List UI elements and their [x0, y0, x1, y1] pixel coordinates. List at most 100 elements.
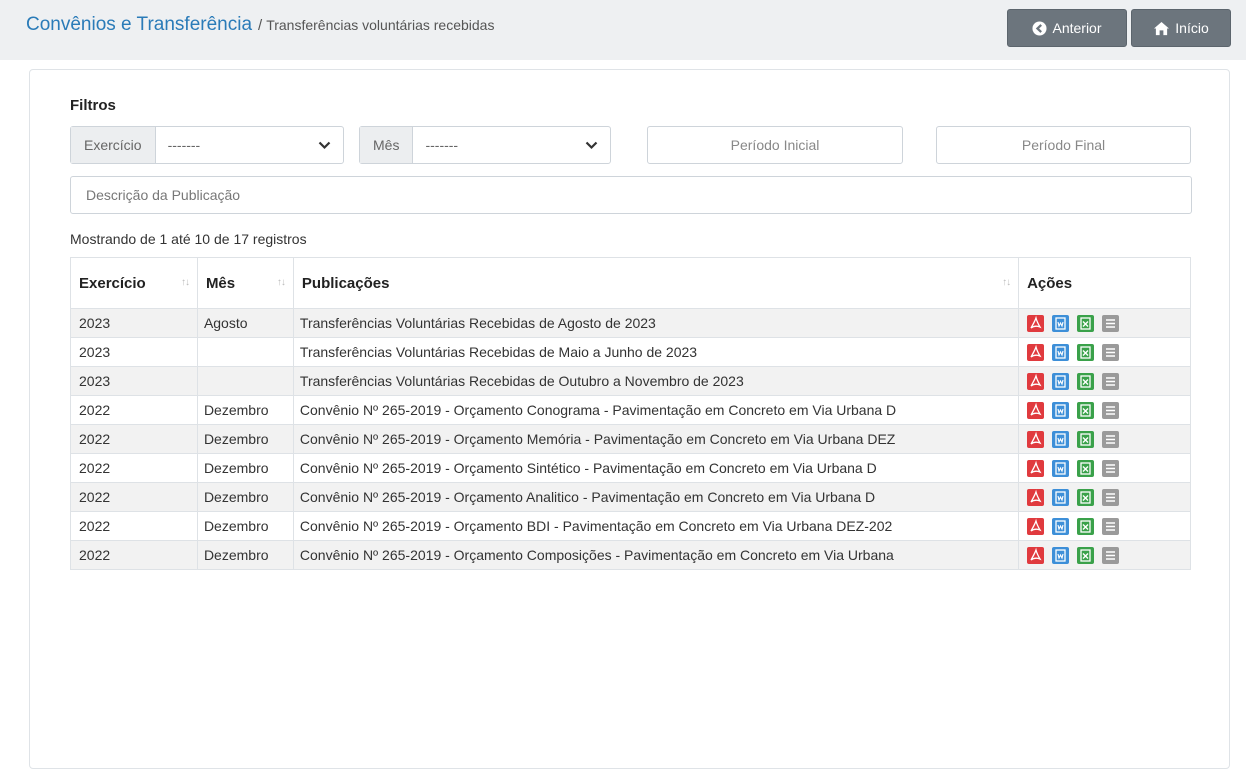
- cell-publicacao: Convênio Nº 265-2019 - Orçamento Analiti…: [292, 482, 1020, 512]
- details-icon[interactable]: [1102, 431, 1120, 448]
- cell-mes: [196, 366, 294, 396]
- column-header-acoes: Ações: [1018, 257, 1191, 309]
- excel-icon[interactable]: [1077, 518, 1095, 535]
- cell-publicacao: Transferências Voluntárias Recebidas de …: [292, 337, 1020, 367]
- cell-mes: Dezembro: [196, 511, 294, 541]
- excel-icon[interactable]: [1077, 344, 1095, 361]
- cell-acoes: [1018, 395, 1191, 425]
- table-row: 2023 Agosto Transferências Voluntárias Rec…: [70, 308, 1191, 338]
- details-icon[interactable]: [1102, 460, 1120, 477]
- previous-button-label: Anterior: [1052, 20, 1102, 36]
- details-icon[interactable]: [1102, 315, 1120, 332]
- excel-icon[interactable]: [1077, 460, 1095, 477]
- cell-publicacao: Convênio Nº 265-2019 - Orçamento Conogra…: [292, 395, 1020, 425]
- cell-exercicio: 2022: [70, 511, 198, 541]
- records-info: Mostrando de 1 até 10 de 17 registros: [70, 231, 307, 247]
- cell-acoes: [1018, 308, 1191, 338]
- table-row: 2023 Transferências Voluntárias Recebidas…: [70, 337, 1191, 367]
- table-row: 2022 Dezembro Convênio Nº 265-2019 - Orçam…: [70, 395, 1191, 425]
- doc-icon[interactable]: [1052, 431, 1070, 448]
- pdf-icon[interactable]: [1027, 402, 1045, 419]
- details-icon[interactable]: [1102, 518, 1120, 535]
- table-row: 2022 Dezembro Convênio Nº 265-2019 - Orçam…: [70, 453, 1191, 483]
- doc-icon[interactable]: [1052, 402, 1070, 419]
- table-row: 2022 Dezembro Convênio Nº 265-2019 - Orçam…: [70, 482, 1191, 512]
- mes-label: Mês: [360, 127, 414, 163]
- chevron-down-icon: [318, 137, 331, 153]
- exercicio-select[interactable]: Exercício -------: [70, 126, 344, 164]
- home-button-label: Início: [1175, 20, 1209, 36]
- excel-icon[interactable]: [1077, 373, 1095, 390]
- column-header-publicacoes[interactable]: Publicações ↑↓: [292, 257, 1020, 309]
- pdf-icon[interactable]: [1027, 460, 1045, 477]
- arrow-left-circle-icon: [1032, 20, 1048, 36]
- cell-exercicio: 2022: [70, 540, 198, 570]
- cell-acoes: [1018, 540, 1191, 570]
- exercicio-label: Exercício: [71, 127, 156, 163]
- home-button[interactable]: Início: [1131, 9, 1231, 47]
- doc-icon[interactable]: [1052, 547, 1070, 564]
- cell-publicacao: Transferências Voluntárias Recebidas de …: [292, 308, 1020, 338]
- pdf-icon[interactable]: [1027, 518, 1045, 535]
- excel-icon[interactable]: [1077, 547, 1095, 564]
- doc-icon[interactable]: [1052, 344, 1070, 361]
- periodo-final-input[interactable]: Período Final: [936, 126, 1191, 164]
- details-icon[interactable]: [1102, 489, 1120, 506]
- cell-mes: Dezembro: [196, 395, 294, 425]
- mes-value: -------: [425, 137, 459, 153]
- cell-mes: Dezembro: [196, 424, 294, 454]
- sort-icon: ↑↓: [276, 277, 286, 288]
- pdf-icon[interactable]: [1027, 373, 1045, 390]
- excel-icon[interactable]: [1077, 402, 1095, 419]
- cell-exercicio: 2022: [70, 395, 198, 425]
- excel-icon[interactable]: [1077, 489, 1095, 506]
- column-header-exercicio[interactable]: Exercício ↑↓: [70, 257, 198, 309]
- cell-mes: Agosto: [196, 308, 294, 338]
- cell-publicacao: Transferências Voluntárias Recebidas de …: [292, 366, 1020, 396]
- cell-mes: [196, 337, 294, 367]
- cell-exercicio: 2023: [70, 337, 198, 367]
- doc-icon[interactable]: [1052, 315, 1070, 332]
- home-icon: [1153, 21, 1170, 36]
- details-icon[interactable]: [1102, 344, 1120, 361]
- cell-acoes: [1018, 482, 1191, 512]
- doc-icon[interactable]: [1052, 489, 1070, 506]
- sort-icon: ↑↓: [180, 277, 190, 288]
- descricao-input[interactable]: Descrição da Publicação: [70, 176, 1192, 214]
- cell-publicacao: Convênio Nº 265-2019 - Orçamento Sintéti…: [292, 453, 1020, 483]
- table-row: 2022 Dezembro Convênio Nº 265-2019 - Orçam…: [70, 540, 1191, 570]
- doc-icon[interactable]: [1052, 460, 1070, 477]
- breadcrumb-section-link[interactable]: Convênios e Transferência: [26, 14, 252, 35]
- details-icon[interactable]: [1102, 402, 1120, 419]
- mes-select[interactable]: Mês -------: [359, 126, 611, 164]
- breadcrumb: Convênios e Transferência / Transferências…: [26, 14, 494, 36]
- pdf-icon[interactable]: [1027, 344, 1045, 361]
- doc-icon[interactable]: [1052, 518, 1070, 535]
- excel-icon[interactable]: [1077, 315, 1095, 332]
- doc-icon[interactable]: [1052, 373, 1070, 390]
- pdf-icon[interactable]: [1027, 431, 1045, 448]
- cell-mes: Dezembro: [196, 540, 294, 570]
- details-icon[interactable]: [1102, 547, 1120, 564]
- table-row: 2022 Dezembro Convênio Nº 265-2019 - Orçam…: [70, 424, 1191, 454]
- cell-acoes: [1018, 366, 1191, 396]
- periodo-inicial-input[interactable]: Período Inicial: [647, 126, 903, 164]
- cell-acoes: [1018, 453, 1191, 483]
- details-icon[interactable]: [1102, 373, 1120, 390]
- top-bar: Convênios e Transferência / Transferências…: [0, 0, 1246, 60]
- cell-mes: Dezembro: [196, 482, 294, 512]
- table-row: 2023 Transferências Voluntárias Recebidas…: [70, 366, 1191, 396]
- chevron-down-icon: [585, 137, 598, 153]
- previous-button[interactable]: Anterior: [1007, 9, 1127, 47]
- column-header-mes[interactable]: Mês ↑↓: [196, 257, 294, 309]
- breadcrumb-separator: /: [258, 17, 263, 34]
- pdf-icon[interactable]: [1027, 547, 1045, 564]
- excel-icon[interactable]: [1077, 431, 1095, 448]
- pdf-icon[interactable]: [1027, 489, 1045, 506]
- cell-exercicio: 2022: [70, 482, 198, 512]
- cell-publicacao: Convênio Nº 265-2019 - Orçamento BDI - P…: [292, 511, 1020, 541]
- sort-icon: ↑↓: [1002, 277, 1011, 288]
- pdf-icon[interactable]: [1027, 315, 1045, 332]
- table-row: 2022 Dezembro Convênio Nº 265-2019 - Orçam…: [70, 511, 1191, 541]
- cell-acoes: [1018, 337, 1191, 367]
